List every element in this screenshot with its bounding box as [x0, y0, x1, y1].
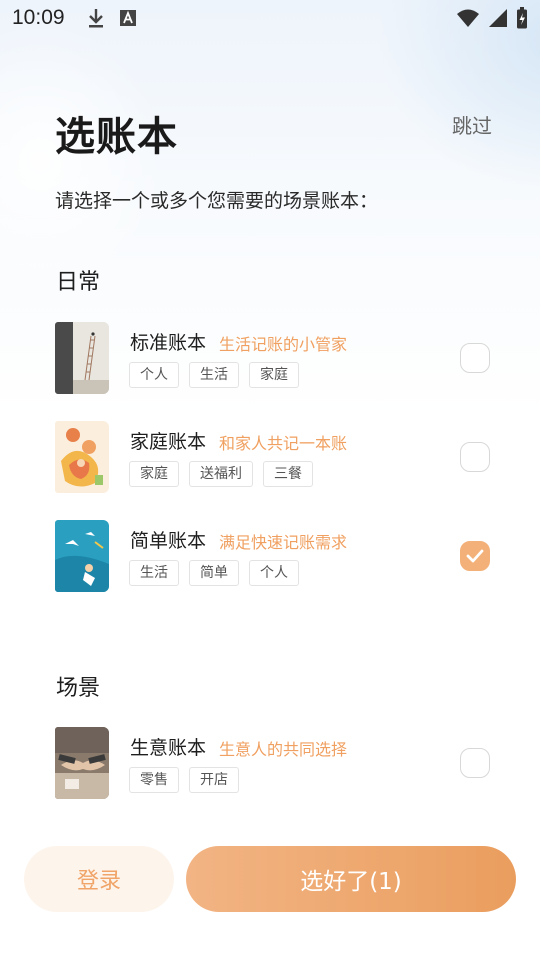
book-tag: 开店	[189, 767, 239, 793]
book-tag: 三餐	[263, 461, 313, 487]
book-tag: 简单	[189, 560, 239, 586]
page-subtitle: 请选择一个或多个您需要的场景账本：	[55, 190, 379, 212]
download-icon	[88, 9, 103, 28]
book-slogan: 生活记账的小管家	[219, 335, 348, 354]
book-name: 标准账本	[130, 332, 207, 354]
book-tag: 家庭	[129, 461, 179, 487]
book-tag: 送福利	[189, 461, 253, 487]
book-cover-standard	[55, 322, 109, 394]
wifi-icon	[457, 9, 479, 27]
book-name: 生意账本	[130, 737, 207, 759]
select-checkbox-simple[interactable]	[460, 541, 490, 571]
bottom-action-bar: 登录 选好了(1)	[0, 840, 540, 960]
book-name: 简单账本	[130, 530, 207, 552]
login-button[interactable]: 登录	[24, 846, 174, 912]
confirm-selection-button[interactable]: 选好了(1)	[186, 846, 516, 912]
select-checkbox-standard[interactable]	[460, 343, 490, 373]
page-title: 选账本	[55, 114, 178, 160]
book-tag: 个人	[129, 362, 179, 388]
signal-icon	[489, 9, 507, 27]
book-slogan: 和家人共记一本账	[219, 434, 348, 453]
book-cover-family	[55, 421, 109, 493]
book-name: 家庭账本	[130, 431, 207, 453]
book-tag: 生活	[189, 362, 239, 388]
battery-icon	[517, 7, 527, 29]
book-tag: 家庭	[249, 362, 299, 388]
book-item-business[interactable]: 生意账本 生意人的共同选择 零售 开店	[55, 727, 490, 803]
select-checkbox-family[interactable]	[460, 442, 490, 472]
book-cover-business	[55, 727, 109, 799]
skip-button[interactable]: 跳过	[452, 110, 492, 139]
book-slogan: 生意人的共同选择	[219, 740, 348, 759]
book-item-standard[interactable]: 标准账本 生活记账的小管家 个人 生活 家庭	[55, 322, 490, 398]
status-time: 10:09	[12, 6, 65, 29]
section-title-daily: 日常	[56, 270, 101, 295]
checkmark-icon	[466, 549, 484, 563]
book-item-simple[interactable]: 简单账本 满足快速记账需求 生活 简单 个人	[55, 520, 490, 596]
section-title-scene: 场景	[56, 676, 101, 701]
a-badge-icon	[119, 10, 136, 26]
book-tag: 生活	[129, 560, 179, 586]
book-item-family[interactable]: 家庭账本 和家人共记一本账 家庭 送福利 三餐	[55, 421, 490, 497]
book-cover-simple	[55, 520, 109, 592]
status-bar: 10:09	[0, 0, 540, 36]
book-tag: 个人	[249, 560, 299, 586]
select-checkbox-business[interactable]	[460, 748, 490, 778]
book-slogan: 满足快速记账需求	[219, 533, 348, 552]
book-tag: 零售	[129, 767, 179, 793]
